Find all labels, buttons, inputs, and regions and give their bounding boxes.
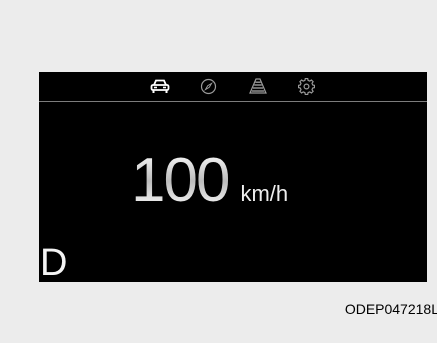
speed-value: 100 [131,146,230,215]
mode-bar [39,72,427,100]
car-icon[interactable] [150,76,170,96]
gear-indicator: D [40,242,68,284]
compass-icon[interactable] [199,76,219,96]
figure-code: ODEP047218L [344,301,437,317]
header-divider [39,101,427,102]
lane-icon[interactable] [248,76,268,96]
speed-unit: km/h [240,181,289,206]
settings-icon[interactable] [297,76,317,96]
page: 100 km/h D ODEP047218L [0,0,437,343]
speed-readout: 100 km/h [131,150,288,212]
instrument-cluster-display: 100 km/h D [39,72,427,282]
mode-icons [150,76,317,96]
